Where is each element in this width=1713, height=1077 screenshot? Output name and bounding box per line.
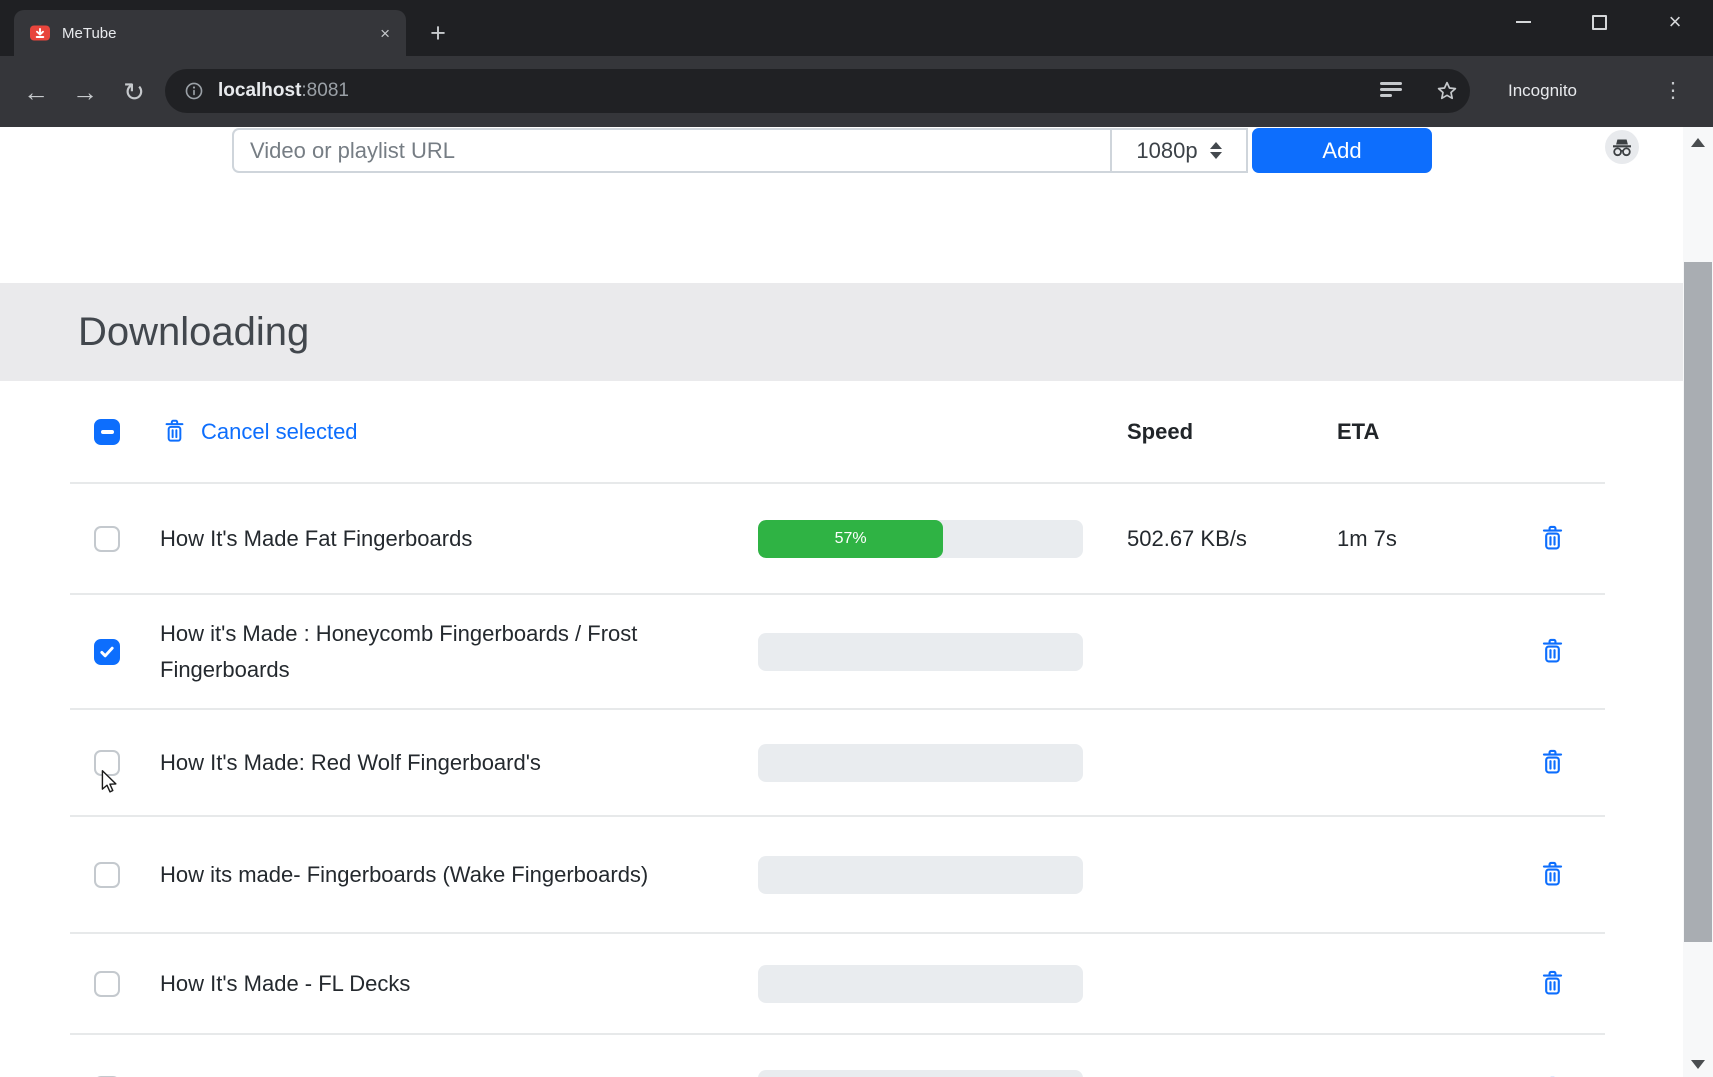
progress-bar: 57%	[758, 520, 1083, 558]
row-checkbox[interactable]	[94, 526, 120, 552]
progress-bar	[758, 856, 1083, 894]
url-host: localhost	[218, 80, 301, 101]
maximize-icon	[1592, 15, 1607, 30]
video-url-input[interactable]	[232, 128, 1110, 173]
row-checkbox[interactable]	[94, 971, 120, 997]
new-tab-button[interactable]: +	[420, 16, 456, 52]
forward-button[interactable]: →	[63, 70, 107, 114]
url-text: localhost:8081	[218, 80, 349, 102]
incognito-label: Incognito	[1508, 81, 1577, 101]
download-title: How it's Made : Honeycomb Fingerboards /…	[160, 616, 660, 688]
bookmark-star-icon[interactable]	[1435, 79, 1459, 103]
row-checkbox[interactable]	[94, 750, 120, 776]
delete-button[interactable]	[1536, 1072, 1568, 1077]
eta-value: 1m 7s	[1337, 526, 1397, 552]
delete-button[interactable]	[1536, 746, 1568, 780]
quality-select[interactable]: 1080p	[1110, 128, 1248, 173]
speed-value: 502.67 KB/s	[1127, 526, 1247, 552]
window-maximize-button[interactable]	[1561, 0, 1637, 44]
download-title: How It's Made Fat Fingerboards	[160, 521, 660, 557]
column-header-eta: ETA	[1337, 419, 1379, 445]
progress-bar	[758, 1070, 1083, 1077]
back-button[interactable]: ←	[14, 70, 58, 114]
downloads-table: Cancel selected Speed ETA How It's Made …	[70, 381, 1605, 1077]
download-title: How its made- Fingerboards (Wake Fingerb…	[160, 857, 660, 893]
page-scrollbar[interactable]	[1683, 127, 1713, 1077]
delete-button[interactable]	[1536, 967, 1568, 1001]
window-minimize-button[interactable]	[1485, 0, 1561, 44]
browser-menu-icon[interactable]: ⋮	[1659, 78, 1687, 103]
window-close-button[interactable]: ×	[1637, 0, 1713, 44]
table-row: How it's Made : Honeycomb Fingerboards /…	[70, 593, 1605, 708]
scroll-up-arrow[interactable]	[1683, 131, 1713, 153]
row-checkbox[interactable]	[94, 862, 120, 888]
trash-icon	[1539, 749, 1566, 776]
progress-bar	[758, 965, 1083, 1003]
delete-button[interactable]	[1536, 522, 1568, 556]
download-title: How It's Made: Red Wolf Fingerboard's	[160, 745, 660, 781]
tab-metube[interactable]: MeTube ×	[14, 10, 406, 56]
cancel-selected-button[interactable]: Cancel selected	[162, 419, 358, 445]
quality-value: 1080p	[1136, 138, 1197, 164]
window-controls: ×	[1485, 0, 1713, 44]
progress-label: 57%	[835, 530, 867, 548]
tab-close-icon[interactable]: ×	[380, 25, 390, 42]
browser-window: MeTube × + × ← → ↻ localhost:8081	[0, 0, 1713, 1077]
delete-button[interactable]	[1536, 635, 1568, 669]
url-port: :8081	[301, 80, 349, 101]
select-all-checkbox[interactable]	[94, 419, 120, 445]
row-checkbox[interactable]	[94, 639, 120, 665]
trash-icon	[1539, 525, 1566, 552]
site-info-icon[interactable]	[183, 80, 205, 102]
indeterminate-icon	[101, 430, 114, 434]
reading-list-icon[interactable]	[1380, 79, 1404, 103]
tab-strip: MeTube × + ×	[0, 0, 1713, 56]
delete-button[interactable]	[1536, 858, 1568, 892]
trash-icon	[1539, 638, 1566, 665]
section-title: Downloading	[78, 310, 309, 355]
add-button[interactable]: Add	[1252, 128, 1432, 173]
column-header-speed: Speed	[1127, 419, 1193, 445]
progress-bar	[758, 633, 1083, 671]
select-arrows-icon	[1210, 142, 1222, 159]
table-row: How It's Made: Red Wolf Fingerboard's	[70, 708, 1605, 815]
reload-button[interactable]: ↻	[112, 70, 156, 114]
trash-icon	[1539, 970, 1566, 997]
table-row	[70, 1033, 1605, 1077]
download-title: How It's Made - FL Decks	[160, 966, 660, 1002]
table-row: How It's Made - FL Decks	[70, 932, 1605, 1033]
trash-icon	[1539, 861, 1566, 888]
trash-icon	[162, 419, 187, 444]
table-header-row: Cancel selected Speed ETA	[70, 381, 1605, 482]
metube-favicon-icon	[30, 23, 50, 43]
browser-toolbar: ← → ↻ localhost:8081 Incognito	[0, 56, 1713, 127]
scroll-down-arrow[interactable]	[1683, 1053, 1713, 1075]
progress-bar	[758, 744, 1083, 782]
tab-title: MeTube	[62, 25, 116, 42]
incognito-icon	[1605, 130, 1639, 164]
cancel-selected-label: Cancel selected	[201, 419, 358, 445]
address-bar[interactable]: localhost:8081	[165, 69, 1470, 113]
minimize-icon	[1516, 21, 1531, 23]
table-row: How It's Made Fat Fingerboards 57% 502.6…	[70, 482, 1605, 593]
close-icon: ×	[1669, 11, 1682, 33]
scrollbar-thumb[interactable]	[1684, 262, 1712, 942]
section-header: Downloading	[0, 283, 1683, 381]
table-row: How its made- Fingerboards (Wake Fingerb…	[70, 815, 1605, 932]
